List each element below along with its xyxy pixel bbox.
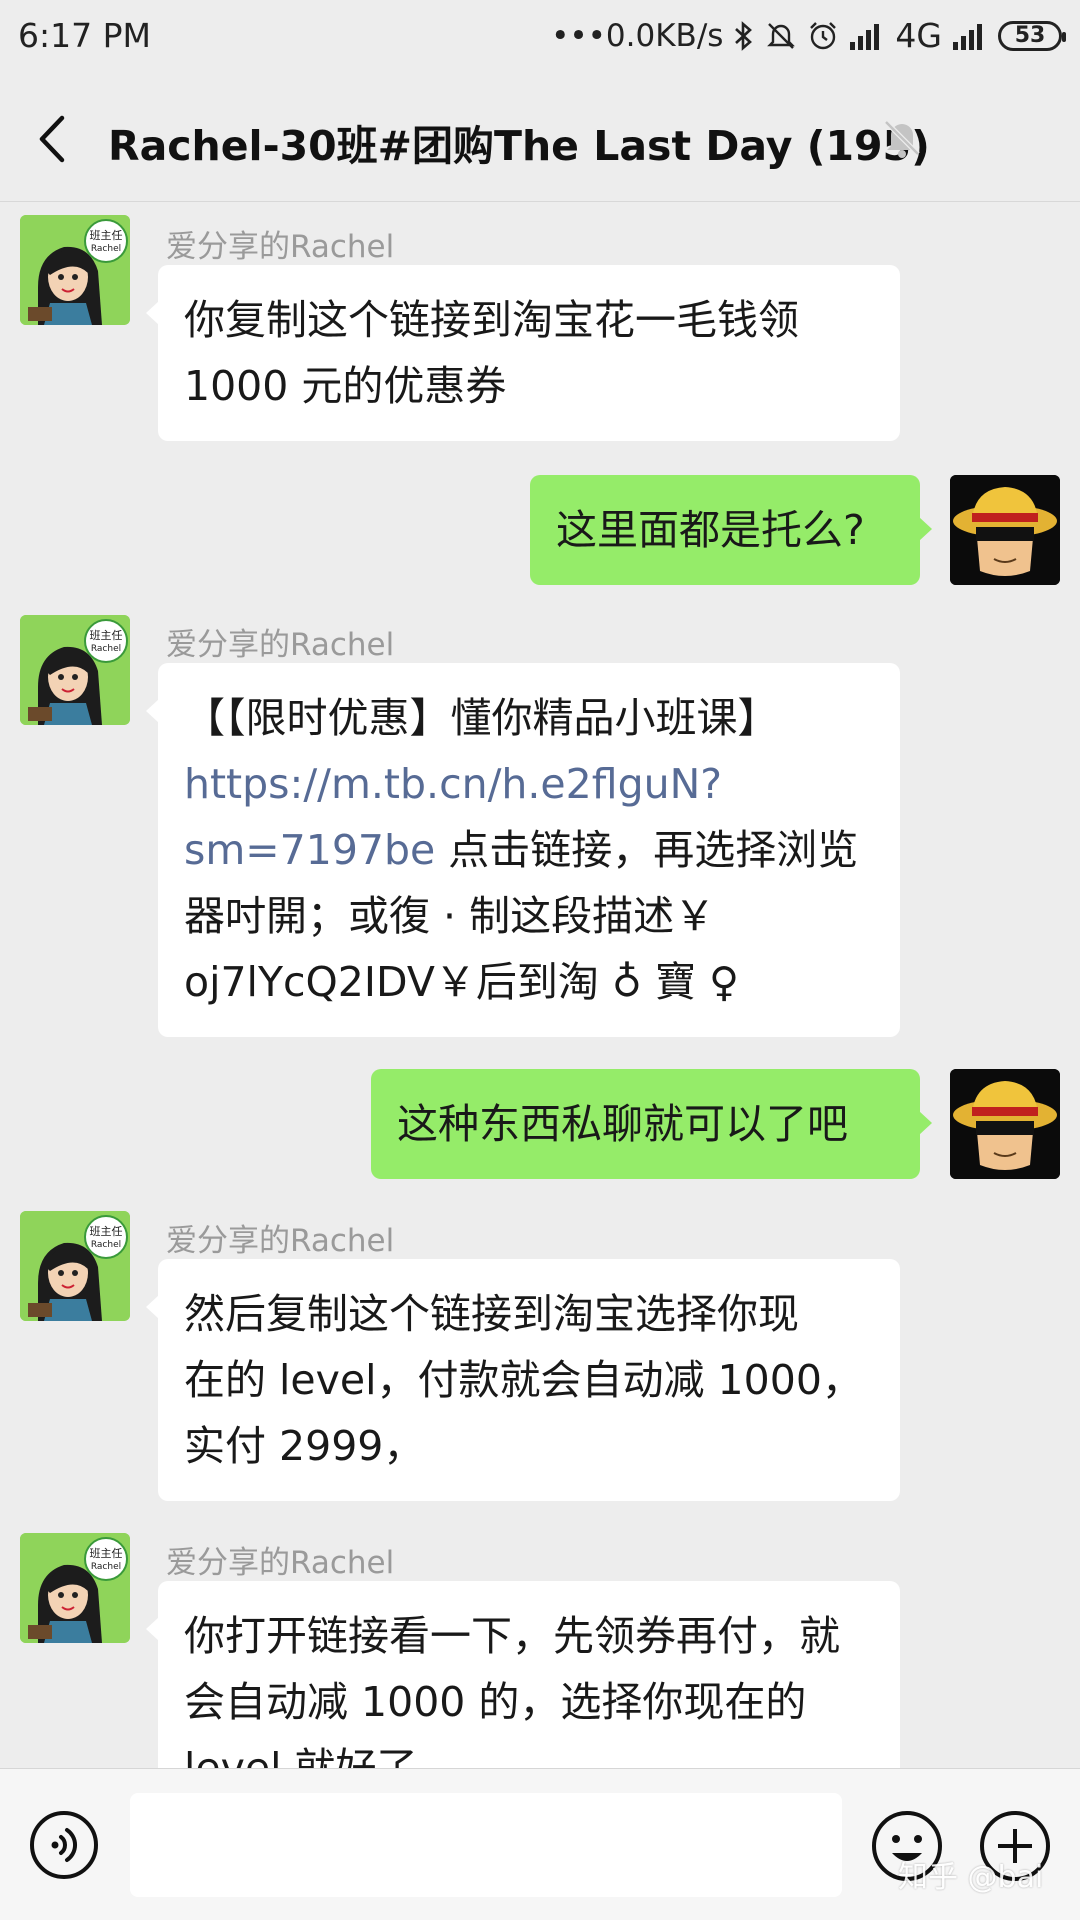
message-bubble[interactable]: 然后复制这个链接到淘宝选择你现 在的 level，付款就会自动减 1000， 实… (146, 1259, 900, 1501)
message-input[interactable] (130, 1793, 842, 1897)
sender-name: 爱分享的Rachel (166, 229, 395, 265)
message-bubble[interactable]: 你打开链接看一下，先领券再付，就 会自动减 1000 的，选择你现在的 leve… (146, 1581, 900, 1768)
message-text-line: 会自动减 1000 的，选择你现在的 (184, 1678, 807, 1726)
avatar-badge-line2: Rachel (91, 244, 121, 254)
status-icons: •••0.0KB/s 4G 53 (551, 16, 1066, 55)
watermark: 知乎 @bai (898, 1860, 1044, 1895)
avatar-badge-line1: 班主任 (90, 1547, 123, 1560)
message-link[interactable]: https://m.tb.cn/h.e2flguN? (184, 751, 874, 817)
network-speed: •••0.0KB/s (551, 17, 724, 54)
message-item: 这种东西私聊就可以了吧 (0, 1067, 1080, 1197)
avatar-badge-line1: 班主任 (90, 229, 123, 242)
message-link[interactable]: sm=7197be (184, 826, 435, 874)
message-item: 班主任 Rachel 爱分享的Rachel 你复制这个链接到淘宝花一毛钱领 10… (0, 203, 1080, 443)
battery-icon: 53 (998, 20, 1066, 51)
avatar-badge-line2: Rachel (91, 644, 121, 654)
avatar[interactable]: 班主任 Rachel (20, 615, 130, 725)
message-text-line: 【【限时优惠】懂你精品小班课】 (184, 694, 779, 742)
message-text-line: 这里面都是托么? (556, 506, 865, 554)
message-text-line: 实付 2999， (184, 1422, 425, 1470)
message-text-line: 1000 元的优惠券 (184, 362, 507, 410)
message-text-line: 器吋開；或復 · 制这段描述￥ (184, 892, 716, 940)
bell-muted-status-icon (765, 20, 797, 52)
voice-icon[interactable] (28, 1809, 100, 1885)
message-bubble[interactable]: 【【限时优惠】懂你精品小班课】 https://m.tb.cn/h.e2flgu… (146, 663, 900, 1037)
message-text-line: 然后复制这个链接到淘宝选择你现 (184, 1290, 799, 1338)
signal-icon (849, 22, 885, 50)
network-type: 4G (895, 16, 942, 55)
avatar-badge-line1: 班主任 (90, 1225, 123, 1238)
message-bubble[interactable]: 你复制这个链接到淘宝花一毛钱领 1000 元的优惠券 (146, 265, 900, 441)
alarm-icon (807, 20, 839, 52)
sender-name: 爱分享的Rachel (166, 1223, 395, 1259)
avatar[interactable]: 班主任 Rachel (20, 1211, 130, 1321)
signal-icon-2 (952, 22, 988, 50)
avatar[interactable]: 班主任 Rachel (20, 215, 130, 325)
message-text-line: level 就好了 (184, 1744, 418, 1768)
avatar[interactable] (950, 1069, 1060, 1179)
message-item: 班主任 Rachel 爱分享的Rachel 你打开链接看一下，先领券再付，就 会… (0, 1521, 1080, 1768)
message-text-line: 你复制这个链接到淘宝花一毛钱领 (184, 296, 799, 344)
sender-name: 爱分享的Rachel (166, 1545, 395, 1581)
message-text-line: oj7lYcQ2IDV￥后到淘 ♁ 寶 ♀ (184, 958, 740, 1006)
sender-name: 爱分享的Rachel (166, 627, 395, 663)
message-list[interactable]: 班主任 Rachel 爱分享的Rachel 你复制这个链接到淘宝花一毛钱领 10… (0, 203, 1080, 1768)
message-text-fragment: 点击链接，再选择浏览 (435, 826, 859, 874)
chat-header: Rachel-30班#团购The Last Day (195) (0, 76, 1080, 202)
avatar[interactable]: 班主任 Rachel (20, 1533, 130, 1643)
avatar-badge-line2: Rachel (91, 1562, 121, 1572)
input-bar (0, 1768, 1080, 1920)
message-text-line: 你打开链接看一下，先领券再付，就 (184, 1612, 840, 1660)
message-item: 这里面都是托么? (0, 471, 1080, 601)
bell-muted-icon (880, 116, 924, 164)
chat-title: Rachel-30班#团购The Last Day (195) (108, 122, 930, 170)
chevron-left-icon[interactable] (34, 114, 74, 164)
avatar[interactable] (950, 475, 1060, 585)
message-bubble[interactable]: 这里面都是托么? (530, 475, 932, 585)
message-text-line: 在的 level，付款就会自动减 1000， (184, 1356, 863, 1404)
message-text-line: sm=7197be 点击链接，再选择浏览 (184, 817, 874, 883)
status-bar: 6:17 PM •••0.0KB/s 4G 53 (0, 0, 1080, 76)
battery-level: 53 (1014, 23, 1046, 48)
message-text-line: 这种东西私聊就可以了吧 (397, 1100, 848, 1148)
status-time: 6:17 PM (18, 16, 151, 55)
message-bubble[interactable]: 这种东西私聊就可以了吧 (371, 1069, 932, 1179)
bluetooth-icon (733, 20, 755, 52)
avatar-badge-line2: Rachel (91, 1240, 121, 1250)
message-item: 班主任 Rachel 爱分享的Rachel 然后复制这个链接到淘宝选择你现 在的… (0, 1199, 1080, 1501)
avatar-badge-line1: 班主任 (90, 629, 123, 642)
